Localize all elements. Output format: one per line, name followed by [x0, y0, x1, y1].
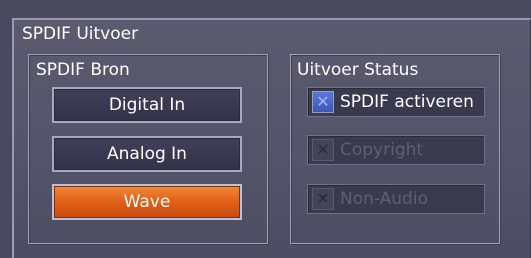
non-audio-checkbox[interactable]: ✕ Non-Audio — [307, 184, 485, 214]
checkbox-disabled-icon: ✕ — [312, 139, 334, 161]
digital-in-button[interactable]: Digital In — [52, 87, 242, 123]
non-audio-label: Non-Audio — [340, 189, 428, 209]
panel-title: SPDIF Uitvoer — [22, 24, 139, 44]
spdif-activate-label: SPDIF activeren — [340, 92, 474, 112]
source-group-title: SPDIF Bron — [36, 60, 130, 80]
checkbox-disabled-icon: ✕ — [312, 188, 334, 210]
checkbox-checked-icon: ✕ — [312, 91, 334, 113]
copyright-checkbox[interactable]: ✕ Copyright — [307, 135, 485, 165]
wave-button[interactable]: Wave — [52, 184, 242, 220]
analog-in-button[interactable]: Analog In — [52, 136, 242, 172]
status-group-title: Uitvoer Status — [297, 60, 419, 80]
copyright-label: Copyright — [340, 140, 424, 160]
spdif-activate-checkbox[interactable]: ✕ SPDIF activeren — [307, 87, 485, 117]
